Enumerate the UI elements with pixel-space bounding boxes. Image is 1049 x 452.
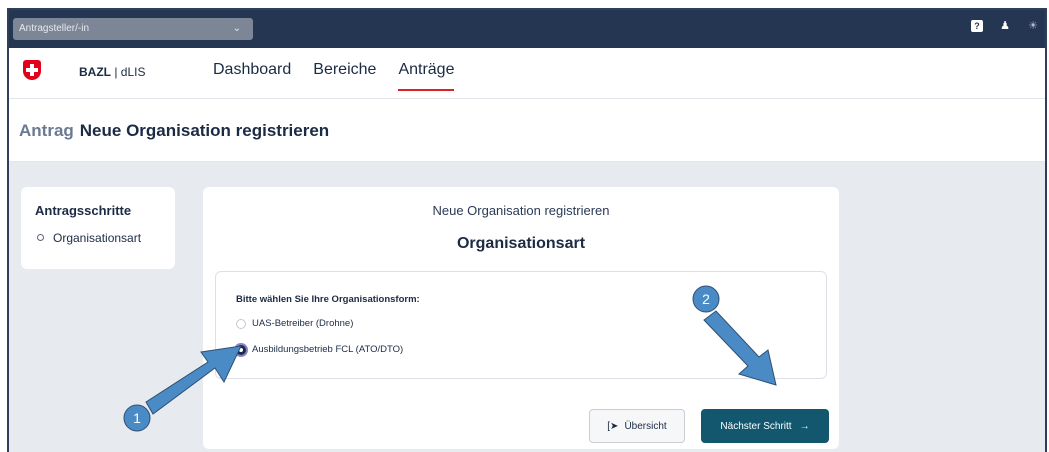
app-header: BAZL | dLIS Dashboard Bereiche Anträge <box>9 48 1045 99</box>
role-select-value: Antragsteller/-in <box>19 23 90 34</box>
arrow-right-icon: → <box>799 420 810 432</box>
user-icon[interactable]: ♟ <box>999 20 1011 32</box>
app-window: Antragsteller/-in ⌄ ? ♟ ☀ BAZL | dLIS Da… <box>7 8 1047 452</box>
brand-name: BAZL <box>79 65 111 79</box>
page-title: Antrag Neue Organisation registrieren <box>19 121 329 141</box>
nav-antraege[interactable]: Anträge <box>398 61 455 91</box>
option-ausbildungsbetrieb[interactable]: Ausbildungsbetrieb FCL (ATO/DTO) <box>236 344 403 355</box>
form-title: Organisationsart <box>456 235 586 252</box>
radio-uas-betreiber[interactable] <box>236 318 246 329</box>
page-title-bar: Antrag Neue Organisation registrieren <box>9 99 1045 162</box>
form-subtitle: Neue Organisation registrieren <box>432 203 610 218</box>
overview-button[interactable]: [➤ Übersicht <box>589 409 685 443</box>
page-title-text: Neue Organisation registrieren <box>79 121 330 140</box>
brand[interactable]: BAZL | dLIS <box>79 65 145 79</box>
exit-icon: [➤ <box>607 420 619 432</box>
chevron-down-icon: ⌄ <box>232 23 241 34</box>
steps-title: Antragsschritte <box>35 203 132 218</box>
option-ausbildungsbetrieb-label: Ausbildungsbetrieb FCL (ATO/DTO) <box>252 344 404 355</box>
next-step-button[interactable]: Nächster Schritt → <box>701 409 829 443</box>
swiss-flag-logo <box>23 60 41 80</box>
organisation-type-group: Bitte wählen Sie Ihre Organisationsform:… <box>215 271 827 379</box>
brand-suffix: | dLIS <box>111 65 146 79</box>
radio-ausbildungsbetrieb[interactable] <box>236 344 246 355</box>
form-card: Neue Organisation registrieren Organisat… <box>203 187 839 449</box>
nav-bereiche[interactable]: Bereiche <box>313 61 376 91</box>
help-icon[interactable]: ? <box>971 20 983 32</box>
top-bar: Antragsteller/-in ⌄ ? ♟ ☀ <box>9 10 1045 48</box>
main-nav: Dashboard Bereiche Anträge <box>213 61 455 91</box>
step-indicator-icon <box>37 234 44 241</box>
steps-panel: Antragsschritte Organisationsart <box>21 187 175 269</box>
role-select[interactable]: Antragsteller/-in ⌄ <box>13 18 253 40</box>
sun-icon[interactable]: ☀ <box>1027 20 1039 32</box>
option-uas-label: UAS-Betreiber (Drohne) <box>252 318 354 329</box>
question-label: Bitte wählen Sie Ihre Organisationsform: <box>236 294 420 305</box>
option-uas-betreiber[interactable]: UAS-Betreiber (Drohne) <box>236 318 353 329</box>
overview-button-label: Übersicht <box>624 420 667 432</box>
breadcrumb-prefix: Antrag <box>19 121 74 140</box>
nav-dashboard[interactable]: Dashboard <box>213 61 291 91</box>
step-organisationsart[interactable]: Organisationsart <box>53 231 141 245</box>
next-step-button-label: Nächster Schritt <box>720 420 792 432</box>
